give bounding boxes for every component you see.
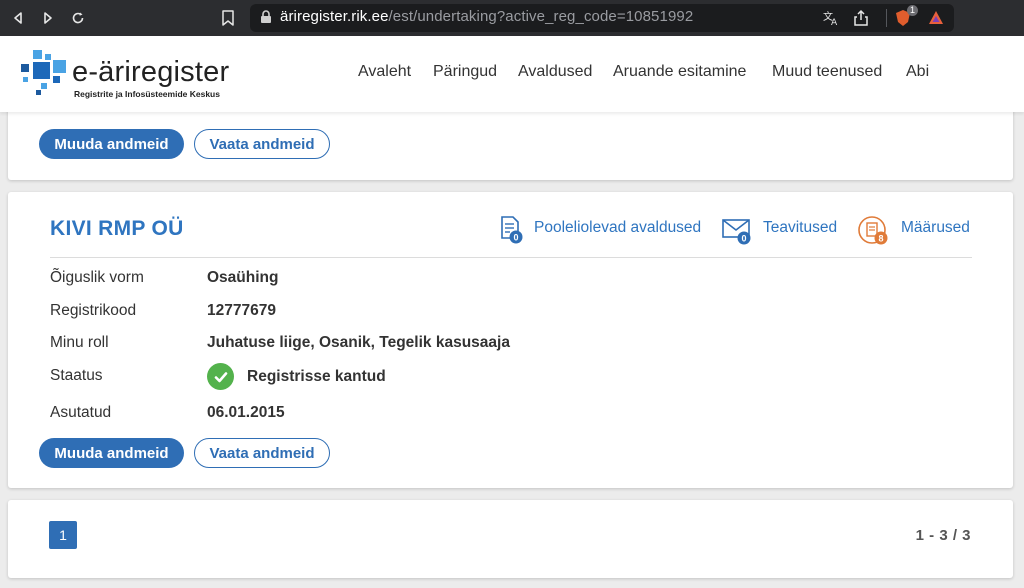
lock-icon[interactable] (260, 10, 272, 24)
forward-button[interactable] (38, 8, 58, 28)
pending-applications-link[interactable]: Pooleliolevad avaldused (534, 219, 701, 237)
brave-shield-count: 1 (907, 5, 919, 16)
logo-title[interactable]: e-äriregister (72, 56, 229, 89)
pagination-card: 1 1 - 3 / 3 (8, 500, 1013, 578)
back-arrow-icon (14, 12, 22, 24)
check-circle-icon (207, 363, 234, 390)
nav-aruande-esitamine[interactable]: Aruande esitamine (613, 63, 746, 81)
toolbar-separator (886, 9, 887, 27)
notifications-link[interactable]: Teavitused (763, 219, 837, 237)
nav-abi[interactable]: Abi (906, 63, 929, 81)
edit-data-button[interactable]: Muuda andmeid (39, 438, 184, 468)
page-1-button[interactable]: 1 (49, 521, 77, 549)
company-card: KIVI RMP OÜ 0 Pooleliolevad avaldused 0 … (8, 192, 1013, 488)
translate-icon[interactable]: 文A (822, 9, 840, 27)
edit-data-button[interactable]: Muuda andmeid (39, 129, 184, 159)
nav-paringud[interactable]: Päringud (433, 63, 497, 81)
bookmark-icon[interactable] (220, 9, 236, 27)
nav-muud-teenused[interactable]: Muud teenused (772, 63, 882, 81)
notifications-count: 0 (741, 234, 746, 244)
url-host: äriregister.rik.ee (280, 8, 389, 25)
share-icon[interactable] (852, 9, 870, 27)
url-text[interactable]: äriregister.rik.ee/est/undertaking?activ… (280, 8, 693, 25)
reload-button[interactable] (68, 8, 88, 28)
forward-arrow-icon (44, 12, 52, 24)
e-business-register-logo-icon[interactable] (19, 50, 69, 96)
url-path: /est/undertaking?active_reg_code=1085199… (388, 8, 694, 25)
legal-form-label: Õiguslik vorm (50, 269, 144, 286)
browser-toolbar: äriregister.rik.ee/est/undertaking?activ… (0, 0, 1024, 36)
reload-icon (72, 12, 84, 24)
document-icon[interactable]: 0 (500, 216, 524, 244)
registry-code-label: Registrikood (50, 302, 137, 319)
founded-label: Asutatud (50, 404, 112, 421)
legal-form-value: Osaühing (207, 269, 279, 286)
my-role-value: Juhatuse liige, Osanik, Tegelik kasusaaj… (207, 334, 510, 351)
brave-rewards-icon[interactable] (927, 9, 945, 27)
status-label: Staatus (50, 367, 103, 384)
view-data-button[interactable]: Vaata andmeid (194, 438, 330, 468)
logo-subtitle: Registrite ja Infosüsteemide Keskus (74, 89, 220, 99)
back-button[interactable] (8, 8, 28, 28)
pending-applications-count: 0 (513, 233, 518, 243)
site-header: e-äriregister Registrite ja Infosüsteemi… (0, 36, 1024, 112)
view-data-button[interactable]: Vaata andmeid (194, 129, 330, 159)
decree-icon[interactable]: 8 (857, 216, 891, 246)
decrees-count: 8 (878, 234, 883, 244)
company-name[interactable]: KIVI RMP OÜ (50, 217, 184, 241)
nav-avaleht[interactable]: Avaleht (358, 63, 411, 81)
registry-code-value: 12777679 (207, 302, 276, 319)
my-role-label: Minu roll (50, 334, 109, 351)
svg-text:A: A (831, 18, 838, 27)
founded-value: 06.01.2015 (207, 404, 285, 421)
envelope-icon[interactable]: 0 (722, 218, 754, 246)
divider (50, 257, 972, 258)
status-value: Registrisse kantud (247, 368, 386, 385)
nav-avaldused[interactable]: Avaldused (518, 63, 592, 81)
decrees-link[interactable]: Määrused (901, 219, 970, 237)
results-range: 1 - 3 / 3 (915, 527, 971, 544)
